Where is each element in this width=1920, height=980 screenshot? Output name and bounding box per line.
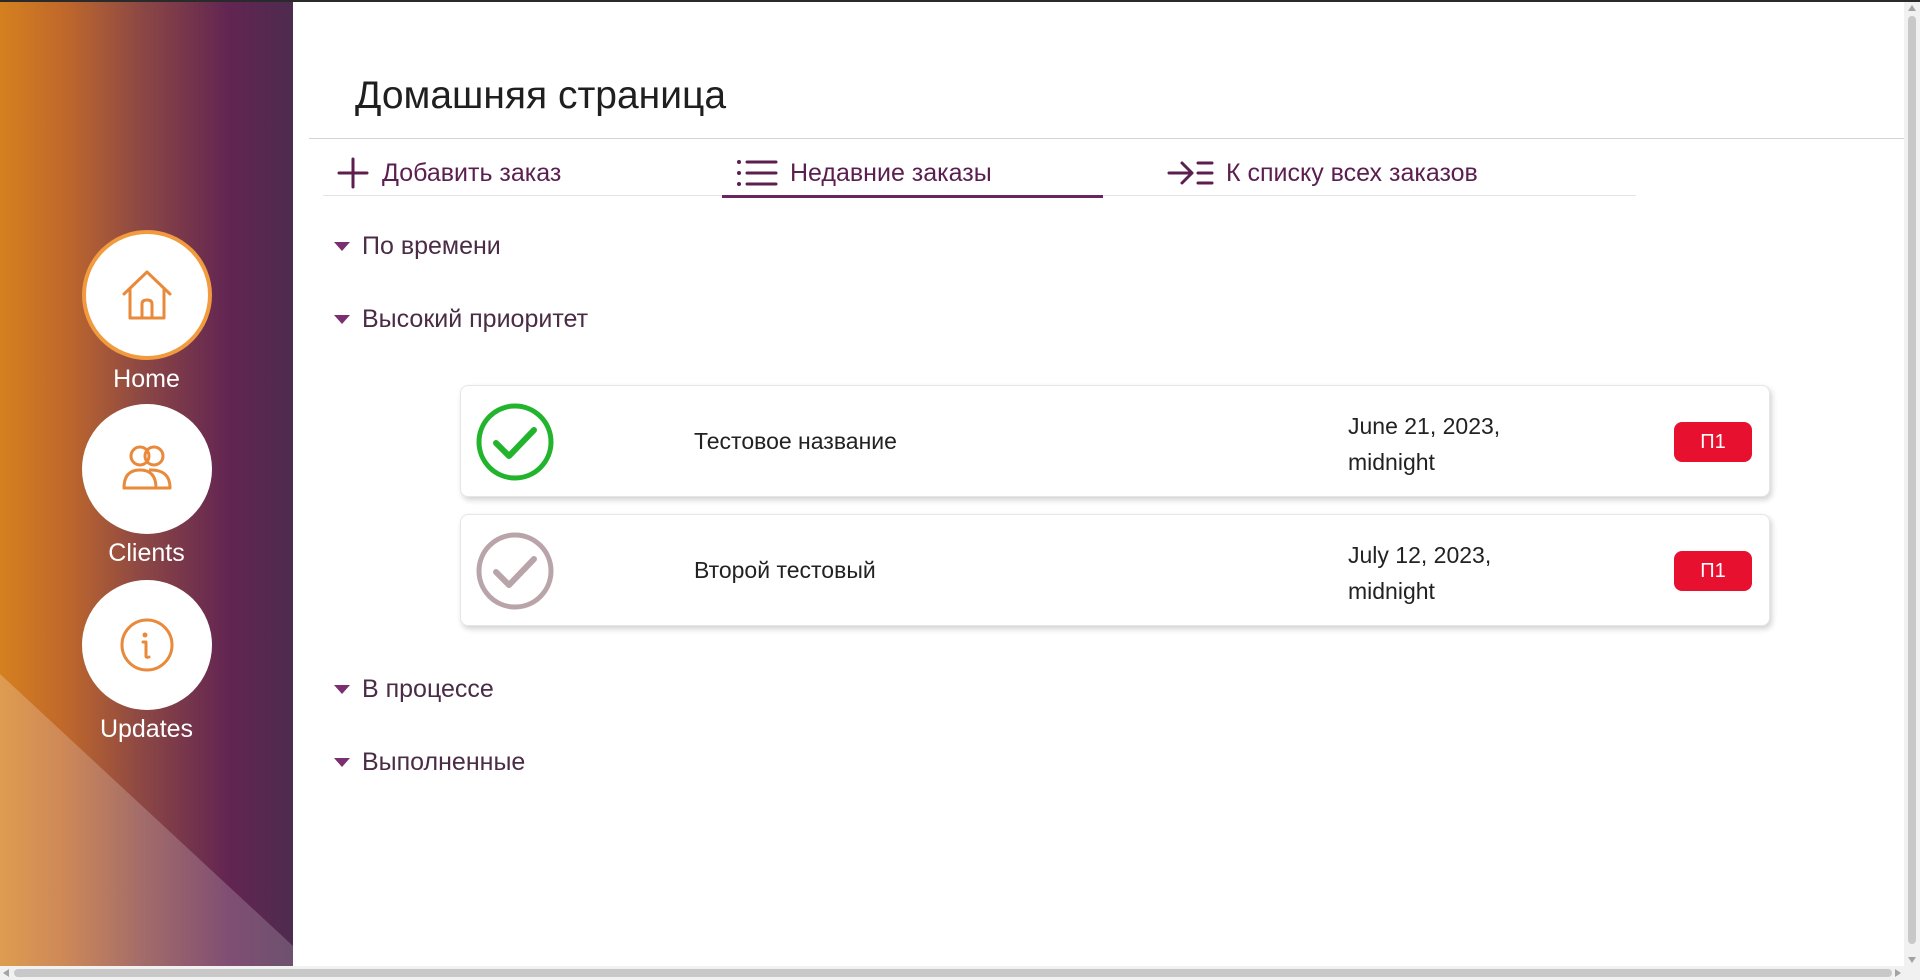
sidebar-item-label: Home bbox=[113, 365, 180, 393]
vertical-scrollbar[interactable] bbox=[1904, 2, 1920, 966]
order-name: Тестовое название bbox=[694, 428, 897, 454]
horizontal-scrollbar[interactable] bbox=[0, 966, 1920, 980]
plus-icon bbox=[336, 156, 370, 190]
tab-all-orders[interactable]: К списку всех заказов bbox=[1166, 150, 1478, 196]
order-card[interactable]: Тестовое название June 21, 2023, midnigh… bbox=[460, 385, 1770, 497]
caret-down-icon bbox=[334, 758, 350, 767]
section-label: По времени bbox=[362, 232, 501, 260]
page-title: Домашняя страница bbox=[355, 74, 727, 117]
caret-down-icon bbox=[334, 315, 350, 324]
tab-label: К списку всех заказов bbox=[1226, 158, 1478, 187]
check-circle-done-icon bbox=[476, 403, 554, 481]
tab-label: Добавить заказ bbox=[382, 158, 562, 187]
order-name: Второй тестовый bbox=[694, 557, 876, 583]
order-date-line: midnight bbox=[1348, 449, 1435, 475]
section-in-progress[interactable]: В процессе bbox=[334, 675, 494, 704]
sidebar-item-label: Updates bbox=[99, 715, 194, 743]
order-date: June 21, 2023, midnight bbox=[1348, 408, 1548, 480]
section-high-priority[interactable]: Высокий приоритет bbox=[334, 305, 588, 334]
clients-button[interactable] bbox=[81, 404, 212, 534]
priority-badge: П1 bbox=[1674, 551, 1752, 591]
tab-bar: Добавить заказ Недавние заказы К списку … bbox=[323, 150, 1636, 198]
sidebar-item-label: Clients bbox=[108, 539, 185, 567]
sidebar-item-home[interactable]: Home bbox=[0, 230, 293, 394]
sidebar-item-updates[interactable]: Updates bbox=[0, 580, 293, 744]
section-label: Высокий приоритет bbox=[362, 305, 589, 333]
tab-add-order[interactable]: Добавить заказ bbox=[336, 150, 561, 196]
sidebar: Home Clients Updates bbox=[0, 2, 293, 966]
order-card[interactable]: Второй тестовый July 12, 2023, midnight … bbox=[460, 514, 1770, 626]
scroll-left-arrow-icon[interactable] bbox=[3, 969, 9, 977]
sidebar-item-clients[interactable]: Clients bbox=[0, 404, 293, 568]
title-divider bbox=[309, 138, 1904, 139]
caret-down-icon bbox=[334, 685, 350, 694]
section-completed[interactable]: Выполненные bbox=[334, 748, 525, 777]
scrollbar-thumb[interactable] bbox=[14, 969, 1892, 977]
scroll-up-arrow-icon[interactable] bbox=[1908, 5, 1916, 11]
section-label: В процессе bbox=[362, 675, 494, 703]
section-label: Выполненные bbox=[362, 748, 526, 776]
users-icon bbox=[122, 445, 171, 490]
priority-badge: П1 bbox=[1674, 422, 1752, 462]
scroll-right-arrow-icon[interactable] bbox=[1895, 969, 1901, 977]
info-icon bbox=[120, 618, 173, 672]
order-date-line: July 12, 2023, bbox=[1348, 542, 1492, 568]
section-by-time[interactable]: По времени bbox=[334, 232, 501, 261]
home-button[interactable] bbox=[81, 230, 212, 360]
check-circle-pending-icon bbox=[476, 532, 554, 610]
home-icon bbox=[122, 270, 171, 320]
list-icon bbox=[736, 158, 778, 188]
order-date-line: June 21, 2023, bbox=[1348, 413, 1501, 439]
arrow-list-icon bbox=[1166, 158, 1214, 188]
scrollbar-thumb[interactable] bbox=[1908, 16, 1916, 944]
updates-button[interactable] bbox=[81, 580, 212, 710]
order-date-line: midnight bbox=[1348, 578, 1435, 604]
tab-label: Недавние заказы bbox=[790, 158, 992, 187]
caret-down-icon bbox=[334, 242, 350, 251]
order-date: July 12, 2023, midnight bbox=[1348, 537, 1548, 609]
tab-recent-orders[interactable]: Недавние заказы bbox=[722, 150, 1103, 198]
scroll-down-arrow-icon[interactable] bbox=[1908, 957, 1916, 963]
